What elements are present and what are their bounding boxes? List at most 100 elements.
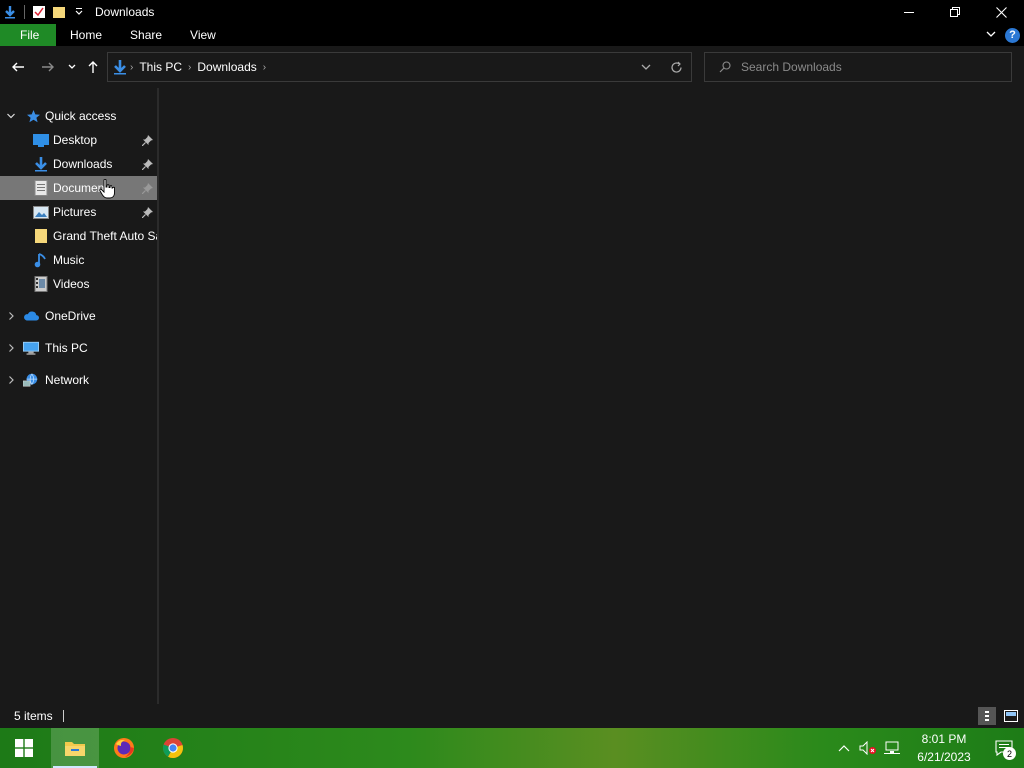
forward-button[interactable] — [37, 56, 59, 78]
download-arrow-icon[interactable] — [2, 4, 18, 20]
expand-ribbon-button[interactable] — [985, 28, 997, 43]
start-button[interactable] — [0, 728, 48, 768]
mouse-cursor-hand-icon — [99, 178, 115, 202]
large-icons-view-button[interactable] — [1002, 707, 1020, 725]
minimize-button[interactable] — [886, 0, 932, 24]
sidebar-item-documents[interactable]: Documents — [0, 176, 157, 200]
expanded-chevron-icon[interactable] — [4, 104, 18, 128]
pin-icon[interactable] — [141, 134, 153, 146]
music-note-icon — [33, 252, 49, 268]
collapsed-chevron-icon[interactable] — [4, 304, 18, 328]
breadcrumb-this-pc[interactable]: This PC — [139, 60, 182, 74]
sidebar-item-this-pc[interactable]: This PC — [0, 336, 157, 360]
breadcrumb-chevron-icon[interactable]: › — [130, 62, 133, 73]
recent-locations-button[interactable] — [61, 56, 83, 78]
taskbar-chrome[interactable] — [149, 728, 197, 768]
navigation-pane: Quick access Desktop Downloads Documents — [0, 88, 157, 704]
sidebar-item-music[interactable]: Music — [0, 248, 157, 272]
view-toggles — [978, 707, 1020, 725]
sidebar-item-videos[interactable]: Videos — [0, 272, 157, 296]
title-bar: Downloads — [0, 0, 1024, 24]
system-tray: 8:01 PM 6/21/2023 2 — [832, 728, 1024, 768]
chevron-down-icon — [641, 64, 651, 70]
download-arrow-icon — [112, 59, 128, 75]
action-center-button[interactable]: 2 — [984, 728, 1024, 768]
help-button[interactable]: ? — [1005, 27, 1020, 43]
address-bar[interactable]: › This PC › Downloads › — [107, 52, 692, 82]
folder-icon — [33, 228, 49, 244]
sidebar-item-label: Videos — [53, 277, 90, 291]
windows-logo-icon — [15, 739, 33, 757]
video-icon — [33, 276, 49, 292]
taskbar: 8:01 PM 6/21/2023 2 — [0, 728, 1024, 768]
minimize-icon — [904, 12, 914, 13]
file-list-pane[interactable] — [159, 88, 1024, 704]
speaker-muted-icon — [859, 741, 876, 755]
toolbar-divider — [24, 5, 25, 19]
network-status-button[interactable] — [880, 728, 904, 768]
restore-button[interactable] — [932, 0, 978, 24]
window-controls — [886, 0, 1024, 24]
sidebar-item-pictures[interactable]: Pictures — [0, 200, 157, 224]
taskbar-file-explorer[interactable] — [51, 728, 99, 768]
computer-icon — [23, 340, 39, 356]
refresh-button[interactable] — [661, 53, 691, 81]
taskbar-firefox[interactable] — [100, 728, 148, 768]
sidebar-item-label: OneDrive — [45, 309, 96, 323]
tab-share[interactable]: Share — [116, 24, 176, 46]
show-hidden-icons-button[interactable] — [832, 728, 856, 768]
search-box[interactable] — [704, 52, 1012, 82]
details-view-button[interactable] — [978, 707, 996, 725]
sidebar-item-gta-folder[interactable]: Grand Theft Auto Sa — [0, 224, 157, 248]
ribbon-right-controls: ? — [985, 24, 1020, 46]
tab-view[interactable]: View — [176, 24, 230, 46]
network-disconnected-icon — [884, 741, 900, 754]
clock-button[interactable]: 8:01 PM 6/21/2023 — [904, 728, 984, 768]
volume-muted-button[interactable] — [856, 728, 880, 768]
tab-home[interactable]: Home — [56, 24, 116, 46]
breadcrumb-downloads[interactable]: Downloads — [197, 60, 256, 74]
address-bar-controls — [631, 53, 691, 81]
breadcrumb-chevron-icon[interactable]: › — [263, 62, 266, 73]
search-input[interactable] — [741, 60, 991, 74]
breadcrumb-chevron-icon[interactable]: › — [188, 62, 191, 73]
desktop-icon — [33, 132, 49, 148]
notification-count-badge: 2 — [1003, 747, 1016, 760]
item-count: 5 items — [14, 709, 53, 723]
sidebar-item-label: This PC — [45, 341, 88, 355]
sidebar-item-label: Music — [53, 253, 85, 267]
sidebar-item-network[interactable]: Network — [0, 368, 157, 392]
clock-time: 8:01 PM — [921, 732, 967, 746]
tab-file[interactable]: File — [0, 24, 56, 46]
collapsed-chevron-icon[interactable] — [4, 336, 18, 360]
sidebar-item-desktop[interactable]: Desktop — [0, 128, 157, 152]
pin-icon[interactable] — [141, 158, 153, 170]
address-history-button[interactable] — [631, 53, 661, 81]
refresh-icon — [670, 61, 682, 73]
up-button[interactable] — [82, 56, 104, 78]
sidebar-item-onedrive[interactable]: OneDrive — [0, 304, 157, 328]
properties-icon[interactable] — [31, 4, 47, 20]
status-divider — [62, 710, 64, 722]
pin-icon[interactable] — [141, 206, 153, 218]
sidebar-item-label: Network — [45, 373, 90, 387]
new-folder-icon[interactable] — [51, 4, 67, 20]
status-bar: 5 items — [0, 704, 1024, 728]
back-button[interactable] — [7, 56, 29, 78]
details-view-icon — [985, 711, 989, 721]
collapsed-chevron-icon[interactable] — [4, 368, 18, 392]
sidebar-item-label: Quick access — [45, 109, 117, 123]
sidebar-item-downloads[interactable]: Downloads — [0, 152, 157, 176]
arrow-right-icon — [42, 62, 54, 72]
cloud-icon — [23, 308, 39, 324]
chrome-icon — [162, 738, 183, 759]
pin-icon[interactable] — [141, 182, 153, 194]
search-icon — [719, 61, 731, 73]
close-button[interactable] — [978, 0, 1024, 24]
customize-toolbar-chevron-icon[interactable] — [71, 4, 87, 20]
star-icon — [25, 108, 41, 124]
download-arrow-icon — [33, 156, 49, 172]
arrow-left-icon — [12, 62, 24, 72]
sidebar-item-quick-access[interactable]: Quick access — [0, 104, 157, 128]
sidebar-item-label: Downloads — [53, 157, 113, 171]
